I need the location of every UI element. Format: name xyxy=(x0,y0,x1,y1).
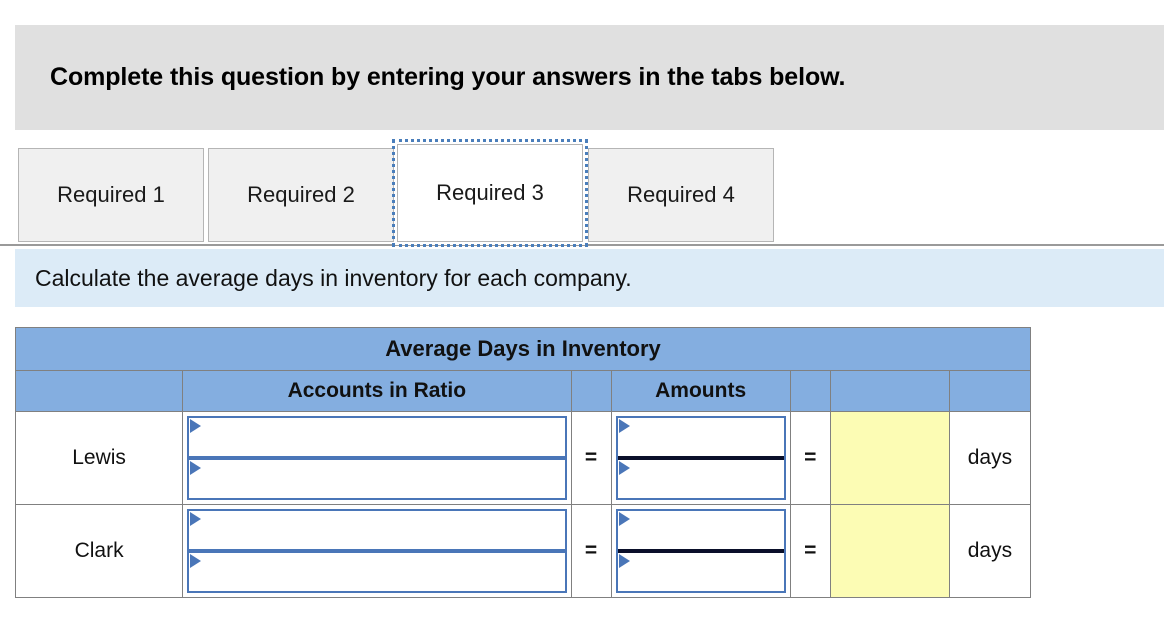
dropdown-triangle-icon xyxy=(618,461,630,475)
question-banner-text: Complete this question by entering your … xyxy=(50,63,846,91)
cell-amounts-lewis xyxy=(610,411,791,505)
accounts-numerator-box-clark[interactable] xyxy=(187,509,567,549)
row-label-clark: Clark xyxy=(14,504,184,598)
accounts-denominator-box-clark[interactable] xyxy=(187,553,567,593)
tab-required-1[interactable]: Required 1 xyxy=(18,148,204,242)
column-header-accounts-in-ratio: Accounts in Ratio xyxy=(182,370,572,412)
accounts-denominator-input-clark[interactable] xyxy=(189,553,565,591)
tab-required-4[interactable]: Required 4 xyxy=(588,148,774,242)
column-header-amounts: Amounts xyxy=(610,370,791,412)
column-header-blank-result xyxy=(829,370,950,412)
amounts-denominator-box-lewis[interactable] xyxy=(615,460,786,500)
tab-required-1-label: Required 1 xyxy=(57,182,165,207)
dropdown-triangle-icon xyxy=(190,419,202,433)
cell-result-lewis[interactable] xyxy=(829,411,950,505)
dropdown-triangle-icon xyxy=(618,419,630,433)
cell-accounts-ratio-clark xyxy=(182,504,572,598)
accounts-denominator-input-lewis[interactable] xyxy=(189,460,565,498)
column-header-blank-units xyxy=(948,370,1032,412)
tab-required-3[interactable]: Required 3 xyxy=(392,139,588,247)
units-label-clark: days xyxy=(948,504,1032,598)
fraction-accounts-clark xyxy=(187,509,567,593)
equals-sign-2-clark: = xyxy=(789,504,831,598)
table-row: Clark = = days xyxy=(14,504,1032,598)
table-row: Lewis = = days xyxy=(14,411,1032,505)
equals-sign-2-lewis: = xyxy=(789,411,831,505)
average-days-in-inventory-table: Average Days in Inventory Accounts in Ra… xyxy=(14,327,1032,598)
equals-sign-1-lewis: = xyxy=(570,411,612,505)
dropdown-triangle-icon xyxy=(190,512,202,526)
amounts-numerator-box-lewis[interactable] xyxy=(615,416,786,456)
accounts-numerator-box-lewis[interactable] xyxy=(187,416,567,456)
table-column-header-row: Accounts in Ratio Amounts xyxy=(14,370,1032,412)
equals-sign-1-clark: = xyxy=(570,504,612,598)
cell-result-clark[interactable] xyxy=(829,504,950,598)
result-input-clark[interactable] xyxy=(830,507,949,595)
units-label-lewis: days xyxy=(948,411,1032,505)
dropdown-triangle-icon xyxy=(190,461,202,475)
tab-strip: Required 1 Required 2 Required 3 Require… xyxy=(0,139,1164,247)
cell-accounts-ratio-lewis xyxy=(182,411,572,505)
accounts-denominator-box-lewis[interactable] xyxy=(187,460,567,500)
tab-required-2-label: Required 2 xyxy=(247,182,355,207)
fraction-accounts-lewis xyxy=(187,416,567,500)
amounts-denominator-input-lewis[interactable] xyxy=(617,460,784,498)
column-header-blank-label xyxy=(14,370,184,412)
amounts-denominator-box-clark[interactable] xyxy=(615,553,786,593)
result-input-lewis[interactable] xyxy=(830,414,949,502)
tab-required-4-label: Required 4 xyxy=(627,182,735,207)
question-banner: Complete this question by entering your … xyxy=(15,25,1164,130)
amounts-denominator-input-clark[interactable] xyxy=(617,553,784,591)
table-title: Average Days in Inventory xyxy=(15,327,1031,371)
column-header-blank-eq1 xyxy=(570,370,612,412)
cell-amounts-clark xyxy=(610,504,791,598)
amounts-numerator-input-clark[interactable] xyxy=(617,511,784,549)
row-label-lewis: Lewis xyxy=(14,411,184,505)
table-title-row: Average Days in Inventory xyxy=(15,327,1031,371)
instruction-bar: Calculate the average days in inventory … xyxy=(15,249,1164,307)
dropdown-triangle-icon xyxy=(190,554,202,568)
tab-required-3-label: Required 3 xyxy=(436,180,544,205)
dropdown-triangle-icon xyxy=(618,554,630,568)
accounts-numerator-input-lewis[interactable] xyxy=(189,418,565,456)
tab-required-2[interactable]: Required 2 xyxy=(208,148,394,242)
amounts-numerator-input-lewis[interactable] xyxy=(617,418,784,456)
column-header-blank-eq2 xyxy=(789,370,831,412)
instruction-text: Calculate the average days in inventory … xyxy=(35,264,632,291)
accounts-numerator-input-clark[interactable] xyxy=(189,511,565,549)
fraction-amounts-clark xyxy=(615,509,786,593)
fraction-amounts-lewis xyxy=(615,416,786,500)
dropdown-triangle-icon xyxy=(618,512,630,526)
amounts-numerator-box-clark[interactable] xyxy=(615,509,786,549)
